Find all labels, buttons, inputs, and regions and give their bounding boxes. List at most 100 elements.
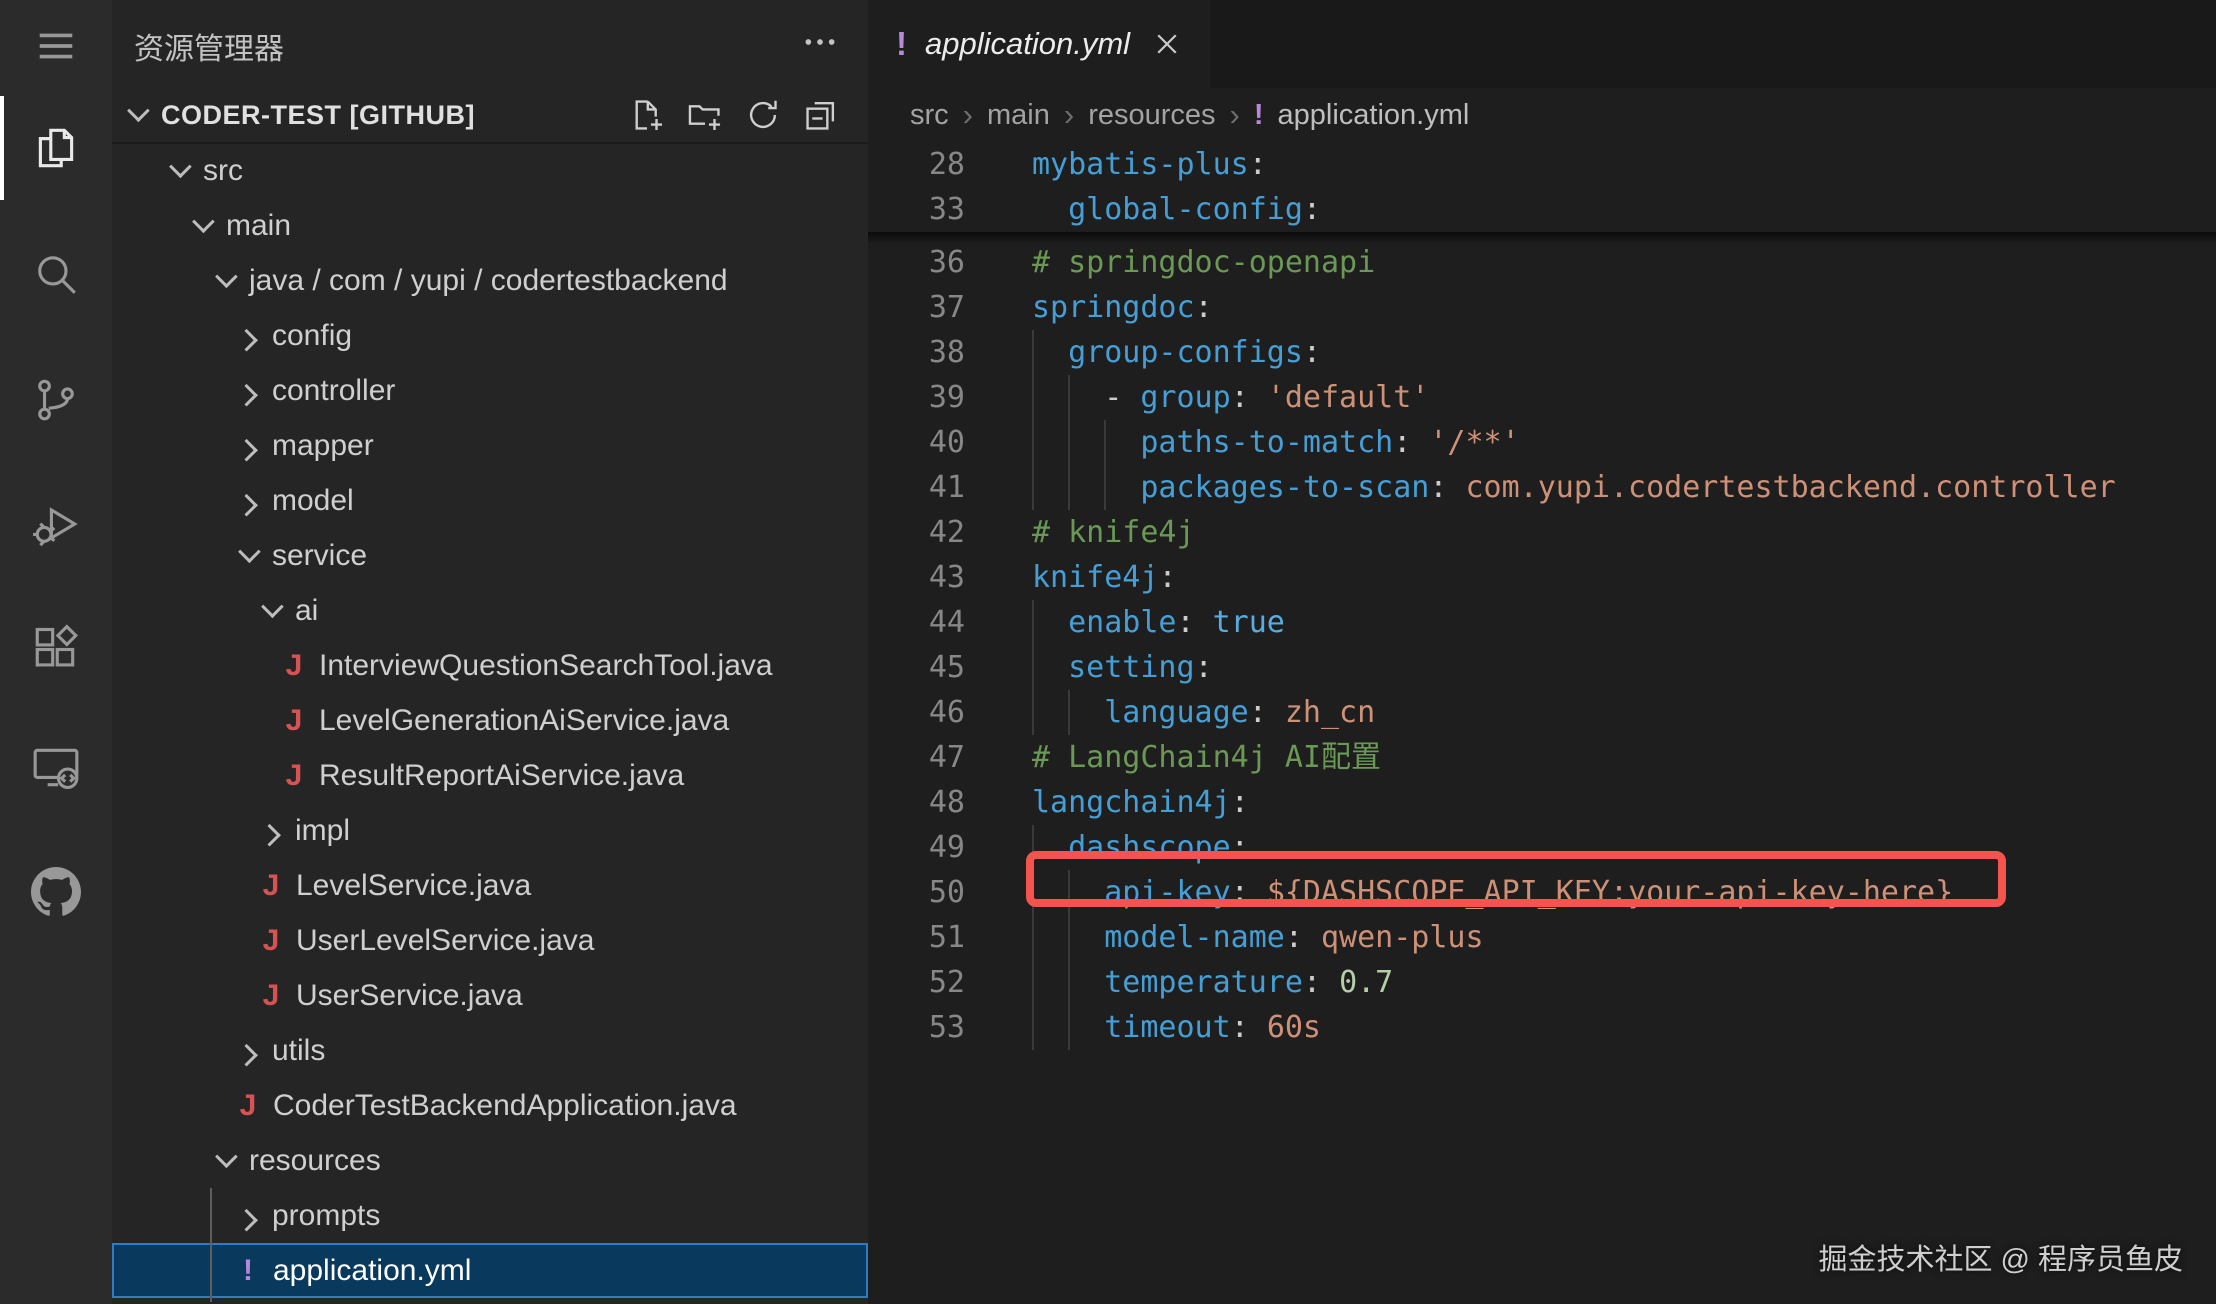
tree-item-main[interactable]: main [112,198,868,253]
chevron-down-icon [212,1153,238,1169]
code-line-36[interactable]: 36# springdoc-openapi [868,240,2216,285]
code-line-45[interactable]: 45 setting: [868,645,2216,690]
github-icon[interactable] [28,864,84,920]
code-line-48[interactable]: 48langchain4j: [868,780,2216,825]
tree-item-levelservice.java[interactable]: JLevelService.java [112,858,868,913]
java-file-icon: J [281,759,307,793]
new-file-icon[interactable] [628,96,666,134]
menu-icon[interactable] [28,18,84,74]
java-file-icon: J [235,1089,261,1123]
tree-item-label: mapper [272,429,374,463]
tree-item-java-com-yupi-codertestbackend[interactable]: java / com / yupi / codertestbackend [112,253,868,308]
refresh-icon[interactable] [744,96,782,134]
indent-guide [1068,960,1070,1005]
code-line-39[interactable]: 39 - group: 'default' [868,375,2216,420]
tree-item-config[interactable]: config [112,308,868,363]
tree-item-levelgenerationaiservice.java[interactable]: JLevelGenerationAiService.java [112,693,868,748]
code-line-53[interactable]: 53 timeout: 60s [868,1005,2216,1050]
tree-item-utils[interactable]: utils [112,1023,868,1078]
java-file-icon: J [281,704,307,738]
extensions-icon[interactable] [28,619,84,675]
code-text: packages-to-scan: com.yupi.codertestback… [1032,465,2116,510]
code-text: global-config: [1032,187,1321,232]
breadcrumb-item-src[interactable]: src [910,99,949,132]
indent-guide [1068,690,1070,735]
source-control-icon[interactable] [28,372,84,428]
code-line-44[interactable]: 44 enable: true [868,600,2216,645]
tree-item-src[interactable]: src [112,143,868,198]
tree-item-interviewquestionsearchtool.java[interactable]: JInterviewQuestionSearchTool.java [112,638,868,693]
code-line-51[interactable]: 51 model-name: qwen-plus [868,915,2216,960]
tab-application-yml[interactable]: ! application.yml [868,0,1210,88]
code-text: setting: [1032,645,1213,690]
chevron-right-icon [235,1043,261,1059]
remote-explorer-icon[interactable] [28,739,84,795]
tree-item-service[interactable]: service [112,528,868,583]
line-number: 50 [868,870,965,915]
chevron-right-icon [235,1208,261,1224]
tree-item-ai[interactable]: ai [112,583,868,638]
tree-item-userlevelservice.java[interactable]: JUserLevelService.java [112,913,868,968]
indent-guide [1104,420,1106,465]
code-line-52[interactable]: 52 temperature: 0.7 [868,960,2216,1005]
chevron-down-icon [166,163,192,179]
tree-item-label: LevelService.java [296,869,531,903]
more-actions-icon[interactable] [798,20,842,64]
new-folder-icon[interactable] [686,96,724,134]
activity-bar [0,0,112,1304]
yaml-file-icon: ! [1254,99,1264,132]
tree-item-label: impl [295,814,350,848]
search-icon[interactable] [28,246,84,302]
java-file-icon: J [258,979,284,1013]
tree-item-label: application.yml [273,1254,471,1288]
code-text: model-name: qwen-plus [1032,915,1484,960]
explorer-icon[interactable] [28,120,84,176]
tree-item-model[interactable]: model [112,473,868,528]
indent-guide [1032,420,1034,465]
sticky-line-33[interactable]: 33 global-config: [868,187,2216,232]
code-line-40[interactable]: 40 paths-to-match: '/**' [868,420,2216,465]
tree-item-resources[interactable]: resources [112,1133,868,1188]
breadcrumb-item-main[interactable]: main [987,99,1050,132]
chevron-right-icon [235,438,261,454]
project-section-header[interactable]: CODER-TEST [GITHUB] [112,88,868,142]
indent-guide [1032,690,1034,735]
indent-guide [1032,465,1034,510]
tree-item-controller[interactable]: controller [112,363,868,418]
tree-item-impl[interactable]: impl [112,803,868,858]
line-number: 40 [868,420,965,465]
code-line-41[interactable]: 41 packages-to-scan: com.yupi.codertestb… [868,465,2216,510]
vscode-window: 资源管理器 CODER-TEST [GITHUB] srcmainjava / … [0,0,2216,1304]
tree-item-userservice.java[interactable]: JUserService.java [112,968,868,1023]
close-icon[interactable] [1152,29,1182,59]
sticky-line-28[interactable]: 28mybatis-plus: [868,142,2216,187]
code-line-47[interactable]: 47# LangChain4j AI配置 [868,735,2216,780]
line-number: 39 [868,375,965,420]
tree-item-mapper[interactable]: mapper [112,418,868,473]
indent-guide [1032,375,1034,420]
tree-item-label: CoderTestBackendApplication.java [273,1089,737,1123]
code-line-46[interactable]: 46 language: zh_cn [868,690,2216,735]
tree-item-resultreportaiservice.java[interactable]: JResultReportAiService.java [112,748,868,803]
tree-item-application.yml[interactable]: !application.yml [112,1243,868,1298]
code-line-42[interactable]: 42# knife4j [868,510,2216,555]
line-number: 44 [868,600,965,645]
indent-guide [1032,915,1034,960]
breadcrumb-item-resources[interactable]: resources [1088,99,1215,132]
breadcrumb-item-file[interactable]: application.yml [1278,99,1470,132]
line-number: 41 [868,465,965,510]
tree-item-codertestbackendapplication.java[interactable]: J CoderTestBackendApplication.java [112,1078,868,1133]
indent-guide [1104,465,1106,510]
code-line-37[interactable]: 37springdoc: [868,285,2216,330]
code-editor[interactable]: 28mybatis-plus:33 global-config: 36# spr… [868,142,2216,1304]
tree-item-prompts[interactable]: prompts [112,1188,868,1243]
code-text: langchain4j: [1032,780,1249,825]
run-debug-icon[interactable] [28,497,84,553]
chevron-down-icon [124,107,150,123]
tree-item-label: prompts [272,1199,380,1233]
collapse-all-icon[interactable] [802,96,840,134]
file-tree: srcmainjava / com / yupi / codertestback… [112,143,868,1298]
code-line-38[interactable]: 38 group-configs: [868,330,2216,375]
code-line-43[interactable]: 43knife4j: [868,555,2216,600]
code-text: mybatis-plus: [1032,142,1267,187]
